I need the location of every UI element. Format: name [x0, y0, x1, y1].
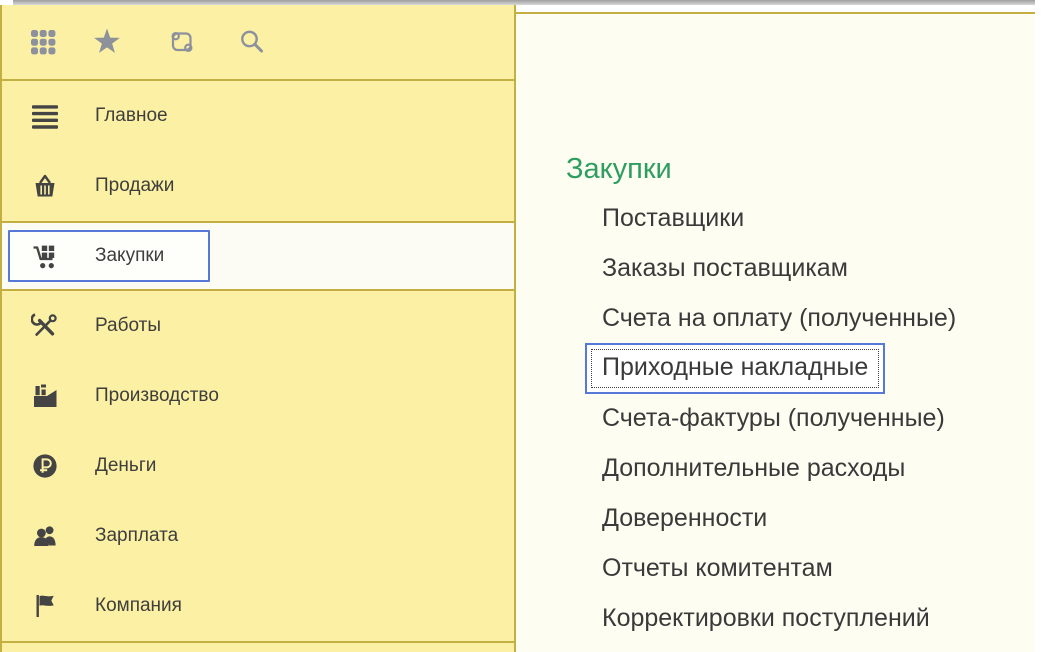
- list-item-label: Поставщики: [602, 204, 744, 233]
- list-item-consignor-reports[interactable]: Отчеты комитентам: [602, 543, 1035, 593]
- factory-icon: [31, 382, 59, 410]
- sidebar-item-sales[interactable]: Продажи: [0, 151, 514, 221]
- command-list: Поставщики Заказы поставщикам Счета на о…: [516, 193, 1035, 643]
- sidebar-item-label: Продажи: [95, 175, 174, 197]
- basket-icon: [31, 172, 59, 200]
- app-window: Главное Продажи: [0, 0, 1044, 652]
- list-item-label: Корректировки поступлений: [602, 604, 930, 633]
- list-item-label: Отчеты комитентам: [602, 554, 833, 583]
- favorites-star-icon[interactable]: [92, 27, 122, 57]
- list-item-label: Счета на оплату (полученные): [602, 304, 956, 333]
- sidebar-bottom-strip: [0, 641, 514, 652]
- sidebar-item-label: Производство: [95, 385, 219, 407]
- people-icon: [31, 522, 59, 550]
- tools-icon: [31, 312, 59, 340]
- list-item-label: Заказы поставщикам: [602, 254, 848, 283]
- sidebar-item-purchases[interactable]: Закупки: [0, 221, 514, 291]
- window-right-strip: [1035, 0, 1044, 652]
- list-item-powers-of-attorney[interactable]: Доверенности: [602, 493, 1035, 543]
- list-item-additional-expenses[interactable]: Дополнительные расходы: [602, 443, 1035, 493]
- content-body: Закупки Поставщики Заказы поставщикам Сч…: [516, 14, 1035, 652]
- sidebar-left-border: [0, 5, 2, 652]
- cart-icon: [31, 242, 59, 270]
- sidebar-item-production[interactable]: Производство: [0, 361, 514, 431]
- sidebar-item-works[interactable]: Работы: [0, 291, 514, 361]
- list-item-vat-invoices-received[interactable]: Счета-фактуры (полученные): [602, 393, 1035, 443]
- content-top-strip: [516, 5, 1035, 12]
- sidebar-item-label: Деньги: [95, 455, 156, 477]
- list-item-invoices-received[interactable]: Счета на оплату (полученные): [602, 293, 1035, 343]
- sidebar-item-money[interactable]: Деньги: [0, 431, 514, 501]
- list-item-label: Счета-фактуры (полученные): [602, 404, 945, 433]
- menu-lines-icon: [31, 102, 59, 130]
- content-panel: Закупки Поставщики Заказы поставщикам Сч…: [516, 5, 1035, 652]
- section-title: Закупки: [516, 14, 1035, 186]
- apps-grid-icon[interactable]: [28, 27, 58, 57]
- sidebar-item-label: Зарплата: [95, 525, 178, 547]
- flag-icon: [31, 592, 59, 620]
- list-item-incoming-waybills[interactable]: Приходные накладные: [602, 343, 1035, 393]
- sidebar-item-main[interactable]: Главное: [0, 81, 514, 151]
- window-top-strip: [13, 0, 1035, 5]
- ruble-icon: [31, 452, 59, 480]
- search-icon[interactable]: [237, 27, 267, 57]
- list-item-supplier-orders[interactable]: Заказы поставщикам: [602, 243, 1035, 293]
- sidebar-item-salary[interactable]: Зарплата: [0, 501, 514, 571]
- sidebar-item-label: Главное: [95, 105, 168, 127]
- list-item-label: Дополнительные расходы: [602, 454, 905, 483]
- sidebar-item-company[interactable]: Компания: [0, 571, 514, 641]
- sidebar-item-label: Работы: [95, 315, 161, 337]
- focused-item-box: Приходные накладные: [585, 343, 885, 394]
- sidebar-toolbar: [0, 5, 514, 81]
- sidebar-item-label: Закупки: [95, 245, 164, 267]
- selected-item-box: Закупки: [8, 230, 210, 282]
- list-item-label: Приходные накладные: [591, 349, 879, 388]
- sidebar-item-label: Компания: [95, 595, 182, 617]
- history-scroll-icon[interactable]: [167, 27, 197, 57]
- list-item-suppliers[interactable]: Поставщики: [602, 193, 1035, 243]
- sidebar: Главное Продажи: [0, 5, 516, 652]
- list-item-label: Доверенности: [602, 504, 767, 533]
- sidebar-menu: Главное Продажи: [0, 81, 514, 641]
- list-item-receipt-corrections[interactable]: Корректировки поступлений: [602, 593, 1035, 643]
